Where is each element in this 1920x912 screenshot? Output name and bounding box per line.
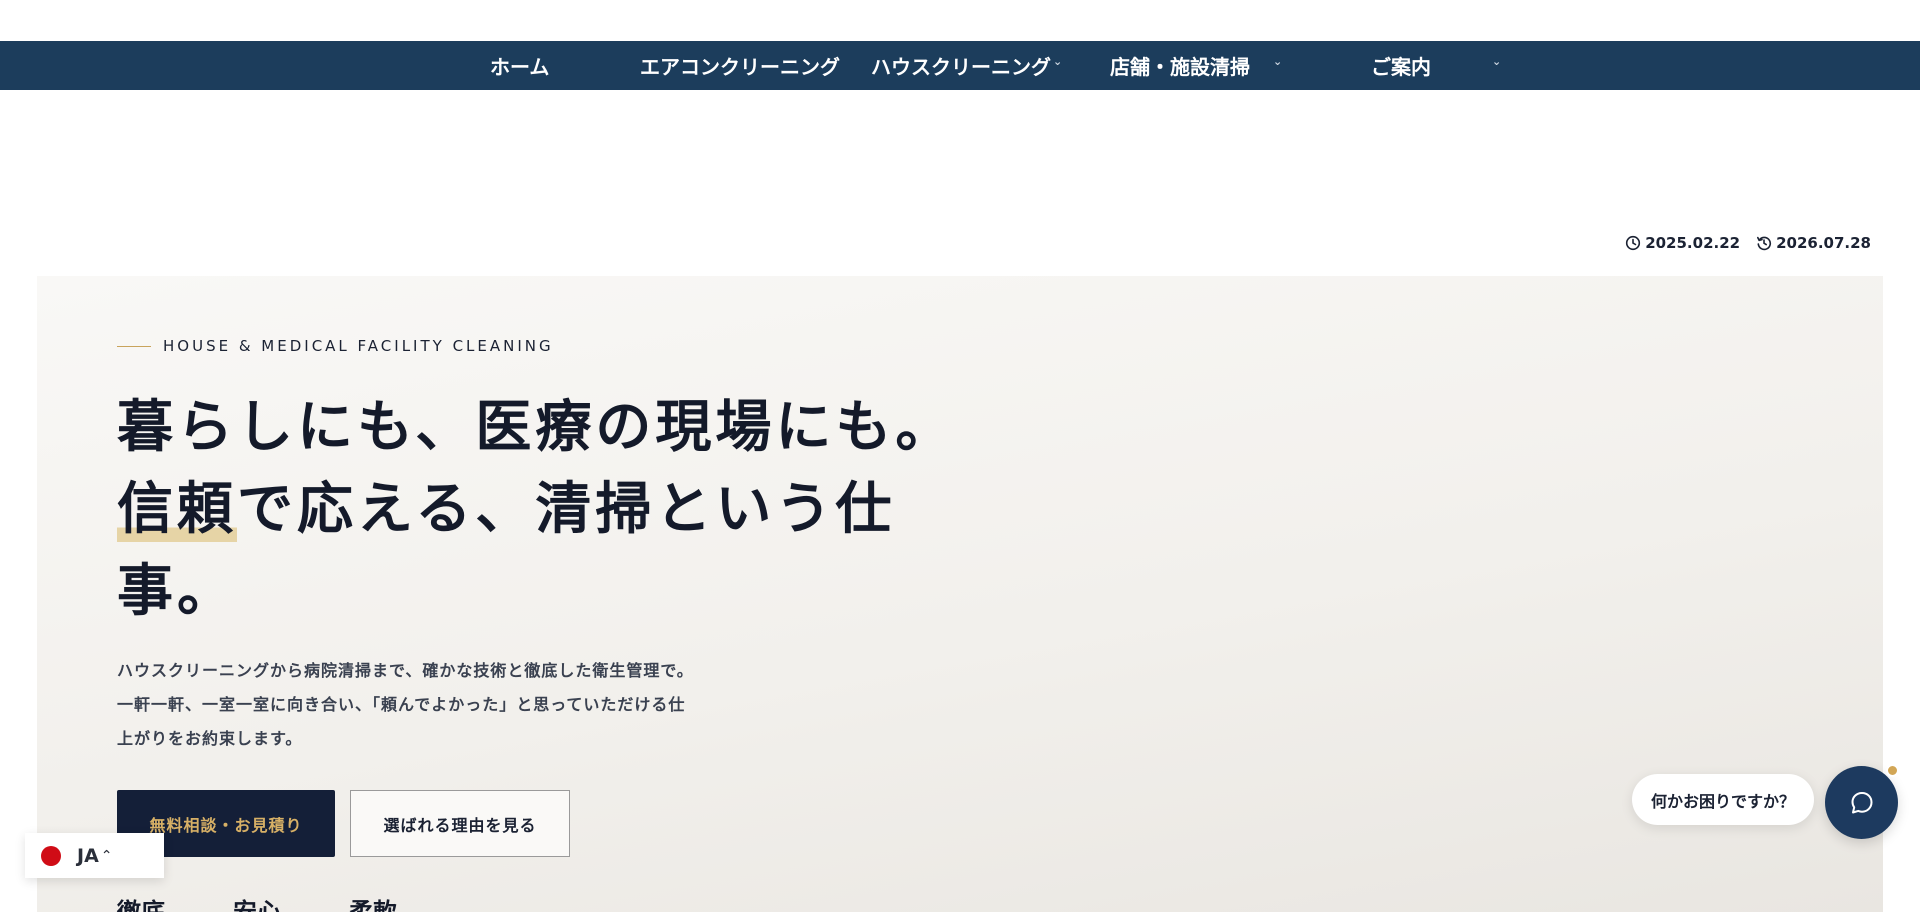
- chevron-down-icon[interactable]: ⌄: [1053, 55, 1062, 68]
- pillar-item: 徹底: [117, 897, 165, 912]
- headline-highlight: 信頼: [117, 476, 237, 542]
- reasons-button[interactable]: 選ばれる理由を見る: [350, 790, 570, 857]
- chevron-down-icon[interactable]: ⌄: [1273, 55, 1282, 68]
- pillar-item: 柔軟: [349, 897, 397, 912]
- language-code: JA: [77, 844, 99, 867]
- chat-bubble-icon: [1851, 791, 1872, 813]
- clock-icon: [1626, 235, 1641, 251]
- nav-item-guide[interactable]: ご案内: [1371, 41, 1431, 90]
- hero-section: HOUSE & MEDICAL FACILITY CLEANING 暮らしにも、…: [37, 276, 1883, 912]
- main-nav: ホーム エアコンクリーニング ハウスクリーニング ⌄ 店舗・施設清掃 ⌄ ご案内…: [0, 41, 1920, 90]
- notification-dot: [1886, 764, 1899, 777]
- japan-flag-icon: [41, 845, 61, 866]
- language-switcher[interactable]: JA ⌃: [25, 833, 164, 878]
- nav-item-house-cleaning[interactable]: ハウスクリーニング: [871, 41, 1051, 90]
- updated-date: 2026.07.28: [1756, 234, 1871, 252]
- hero-pillars: 徹底 安心 柔軟: [117, 892, 397, 912]
- nav-item-home[interactable]: ホーム: [490, 41, 549, 90]
- chat-button[interactable]: [1825, 766, 1898, 839]
- history-icon: [1757, 236, 1772, 251]
- updated-date-text: 2026.07.28: [1776, 234, 1871, 252]
- headline-line-2: 信頼で応える、清掃という仕: [117, 468, 891, 550]
- headline-line-2-rest: で応える、清掃という仕: [237, 476, 896, 542]
- hero-headline: 暮らしにも、医療の現場にも。 信頼で応える、清掃という仕 事。: [117, 386, 956, 632]
- nav-item-store-facility-cleaning[interactable]: 店舗・施設清掃: [1110, 41, 1250, 90]
- eyebrow-divider: [117, 345, 151, 347]
- pillar-item: 安心: [233, 897, 281, 912]
- eyebrow-text: HOUSE & MEDICAL FACILITY CLEANING: [163, 337, 554, 355]
- hero-lead: ハウスクリーニングから病院清掃まで、確かな技術と徹底した衛生管理で。 一軒一軒、…: [117, 654, 757, 756]
- lead-line-2: 一軒一軒、一室一室に向き合い、「頼んでよかった」と思っていただける仕: [117, 695, 686, 714]
- nav-item-aircon-cleaning[interactable]: エアコンクリーニング: [640, 41, 840, 90]
- chat-prompt-bubble[interactable]: 何かお困りですか？: [1632, 774, 1814, 825]
- lead-line-1: ハウスクリーニングから病院清掃まで、確かな技術と徹底した衛生管理で。: [117, 661, 694, 680]
- hero-eyebrow: HOUSE & MEDICAL FACILITY CLEANING: [117, 337, 554, 355]
- chevron-up-icon: ⌃: [100, 847, 113, 864]
- published-date: 2025.02.22: [1625, 234, 1740, 252]
- chevron-down-icon[interactable]: ⌄: [1492, 55, 1501, 68]
- lead-line-3: 上がりをお約束します。: [117, 729, 303, 748]
- headline-line-1: 暮らしにも、医療の現場にも。: [117, 394, 956, 460]
- published-date-text: 2025.02.22: [1645, 234, 1741, 252]
- headline-line-3: 事。: [117, 558, 237, 624]
- post-dates: 2025.02.22 2026.07.28: [1625, 234, 1871, 252]
